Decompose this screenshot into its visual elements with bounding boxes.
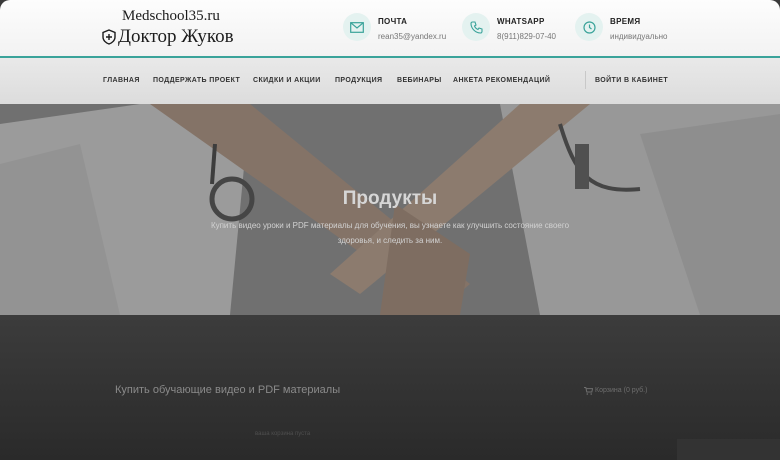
- cart-total: Корзина (0 руб.): [595, 387, 648, 394]
- contact-time-title: ВРЕМЯ: [610, 17, 641, 26]
- nav-item-discounts[interactable]: СКИДКИ И АКЦИИ: [253, 77, 321, 84]
- contact-whatsapp-title: WHATSAPP: [497, 17, 545, 26]
- nav-item-webinars[interactable]: ВЕБИНАРЫ: [397, 77, 442, 84]
- site-header: Medschool35.ru Доктор Жуков ПОЧТА rean35…: [0, 0, 780, 57]
- phone-icon: [462, 13, 490, 41]
- nav-divider: [585, 71, 586, 89]
- logo-name: Доктор Жуков: [118, 26, 234, 47]
- nav-item-home[interactable]: ГЛАВНАЯ: [103, 77, 140, 84]
- hero-title: Продукты: [342, 188, 438, 209]
- shield-plus-icon: [102, 29, 116, 45]
- clock-icon: [575, 13, 603, 41]
- products-heading: Купить обучающие видео и PDF материалы: [115, 384, 341, 396]
- products-section: Купить обучающие видео и PDF материалы К…: [0, 315, 780, 460]
- hero-banner: Продукты Купить видео уроки и PDF матери…: [0, 104, 780, 315]
- contact-email-title: ПОЧТА: [378, 17, 408, 26]
- nav-item-survey[interactable]: АНКЕТА РЕКОМЕНДАЦИЙ: [453, 77, 550, 84]
- envelope-icon: [343, 13, 371, 41]
- login-link[interactable]: ВОЙТИ В КАБИНЕТ: [595, 77, 668, 84]
- main-nav: ГЛАВНАЯ ПОДДЕРЖАТЬ ПРОЕКТ СКИДКИ И АКЦИИ…: [0, 58, 780, 104]
- contact-whatsapp-value[interactable]: 8(911)829-07-40: [497, 32, 556, 41]
- corner-tab[interactable]: [677, 439, 780, 460]
- cart-icon: [584, 387, 593, 395]
- hero-subtitle: Купить видео уроки и PDF материалы для о…: [210, 221, 570, 245]
- contact-time-value: индивидуально: [610, 32, 668, 41]
- nav-item-support[interactable]: ПОДДЕРЖАТЬ ПРОЕКТ: [153, 77, 240, 84]
- nav-item-products[interactable]: ПРОДУКЦИЯ: [335, 77, 382, 84]
- faint-caption: ваша корзина пуста: [255, 431, 311, 437]
- logo-domain: Medschool35.ru: [122, 8, 220, 24]
- contact-email-value[interactable]: rean35@yandex.ru: [378, 32, 446, 41]
